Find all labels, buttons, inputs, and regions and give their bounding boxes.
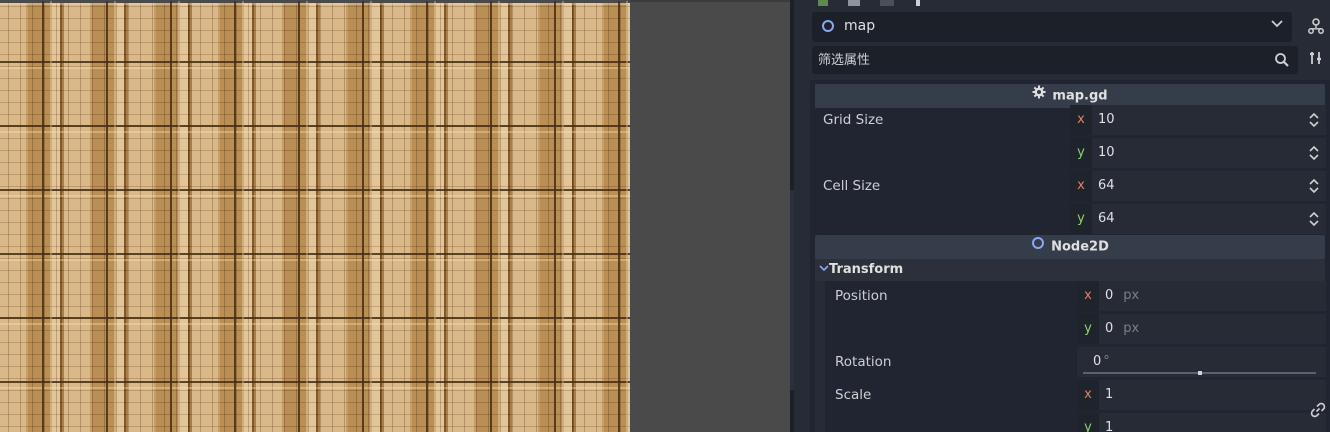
position-x-value: 0 (1105, 288, 1114, 303)
position-y-value: 0 (1105, 321, 1114, 336)
toolbar-icon-stub[interactable] (848, 0, 860, 6)
rotation-value: 0 (1093, 354, 1102, 369)
toolbar-icon-stub[interactable] (818, 0, 828, 6)
grid-size-y-field[interactable]: y 10 (1070, 138, 1326, 168)
toolbar-icon-stub[interactable] (916, 0, 920, 6)
cell-size-x-field[interactable]: x 64 (1070, 171, 1326, 201)
inspector-panel: map map.gd Grid Size x 10 y 10 (808, 0, 1330, 432)
cell-size-label: Cell Size (823, 178, 881, 194)
rotation-value-wrap: 0 ° (1093, 354, 1110, 369)
property-list: map.gd Grid Size x 10 y 10 Cell Size x 6… (810, 80, 1330, 432)
node-name: map (844, 18, 876, 34)
rotation-slider-grabber[interactable] (1197, 371, 1202, 375)
rotation-slider-field[interactable]: 0 ° (1077, 347, 1326, 377)
node2d-icon (822, 20, 834, 32)
search-icon (1274, 52, 1290, 68)
tilemap-canvas[interactable] (0, 1, 630, 432)
node-class-name: Node2D (1051, 239, 1109, 255)
axis-y-label: y (1077, 413, 1099, 432)
toolbar-icon-stub[interactable] (880, 0, 894, 6)
group-indent (815, 281, 825, 432)
chevron-down-icon[interactable] (1270, 16, 1284, 34)
axis-x-label: x (1070, 171, 1092, 201)
grid-size-y-value: 10 (1098, 145, 1115, 160)
position-label: Position (835, 288, 888, 304)
spin-arrows-icon[interactable] (1308, 211, 1320, 227)
tile-grid-lines (0, 1, 630, 432)
gear-icon (1032, 84, 1046, 108)
dock-splitter[interactable] (790, 0, 808, 432)
axis-y-label: y (1070, 204, 1092, 234)
node-docs-icon[interactable] (1306, 17, 1326, 37)
cell-size-x-value: 64 (1098, 178, 1115, 193)
degree-unit: ° (1103, 354, 1110, 369)
rotation-label: Rotation (835, 354, 892, 370)
node-selector[interactable]: map (812, 12, 1292, 42)
tools-icon[interactable] (1306, 50, 1326, 70)
unit-label: px (1123, 321, 1140, 336)
unit-label: px (1123, 288, 1140, 303)
grid-size-x-value: 10 (1098, 112, 1115, 127)
position-x-field[interactable]: x 0 px (1077, 281, 1326, 311)
axis-y-label: y (1070, 138, 1092, 168)
position-y-value-wrap: 0 px (1105, 321, 1139, 336)
property-filter[interactable] (812, 46, 1298, 74)
filter-input[interactable] (818, 50, 1258, 70)
scale-label: Scale (835, 387, 872, 403)
node2d-section-header[interactable]: Node2D (815, 235, 1325, 259)
axis-x-label: x (1070, 105, 1092, 135)
transform-group-header[interactable]: Transform (815, 259, 1325, 281)
node2d-icon (1031, 235, 1045, 259)
viewport-2d[interactable] (0, 0, 790, 432)
axis-x-label: x (1077, 281, 1099, 311)
scale-y-field[interactable]: y 1 (1077, 413, 1326, 432)
link-icon[interactable] (1310, 402, 1326, 422)
viewport-scrollbar[interactable] (790, 190, 794, 390)
scale-x-value: 1 (1105, 387, 1114, 402)
grid-size-label: Grid Size (823, 112, 884, 128)
chevron-down-icon (819, 262, 829, 277)
axis-x-label: x (1077, 380, 1099, 410)
spin-arrows-icon[interactable] (1308, 145, 1320, 161)
grid-size-x-field[interactable]: x 10 (1070, 105, 1326, 135)
scale-y-value: 1 (1105, 420, 1114, 432)
transform-label: Transform (829, 262, 904, 277)
script-name: map.gd (1052, 88, 1108, 104)
spin-arrows-icon[interactable] (1308, 112, 1320, 128)
position-y-field[interactable]: y 0 px (1077, 314, 1326, 344)
cell-size-y-field[interactable]: y 64 (1070, 204, 1326, 234)
viewport-divider (630, 0, 790, 2)
axis-y-label: y (1077, 314, 1099, 344)
position-x-value-wrap: 0 px (1105, 288, 1139, 303)
spin-arrows-icon[interactable] (1308, 178, 1320, 194)
scale-x-field[interactable]: x 1 (1077, 380, 1326, 410)
cell-size-y-value: 64 (1098, 211, 1115, 226)
